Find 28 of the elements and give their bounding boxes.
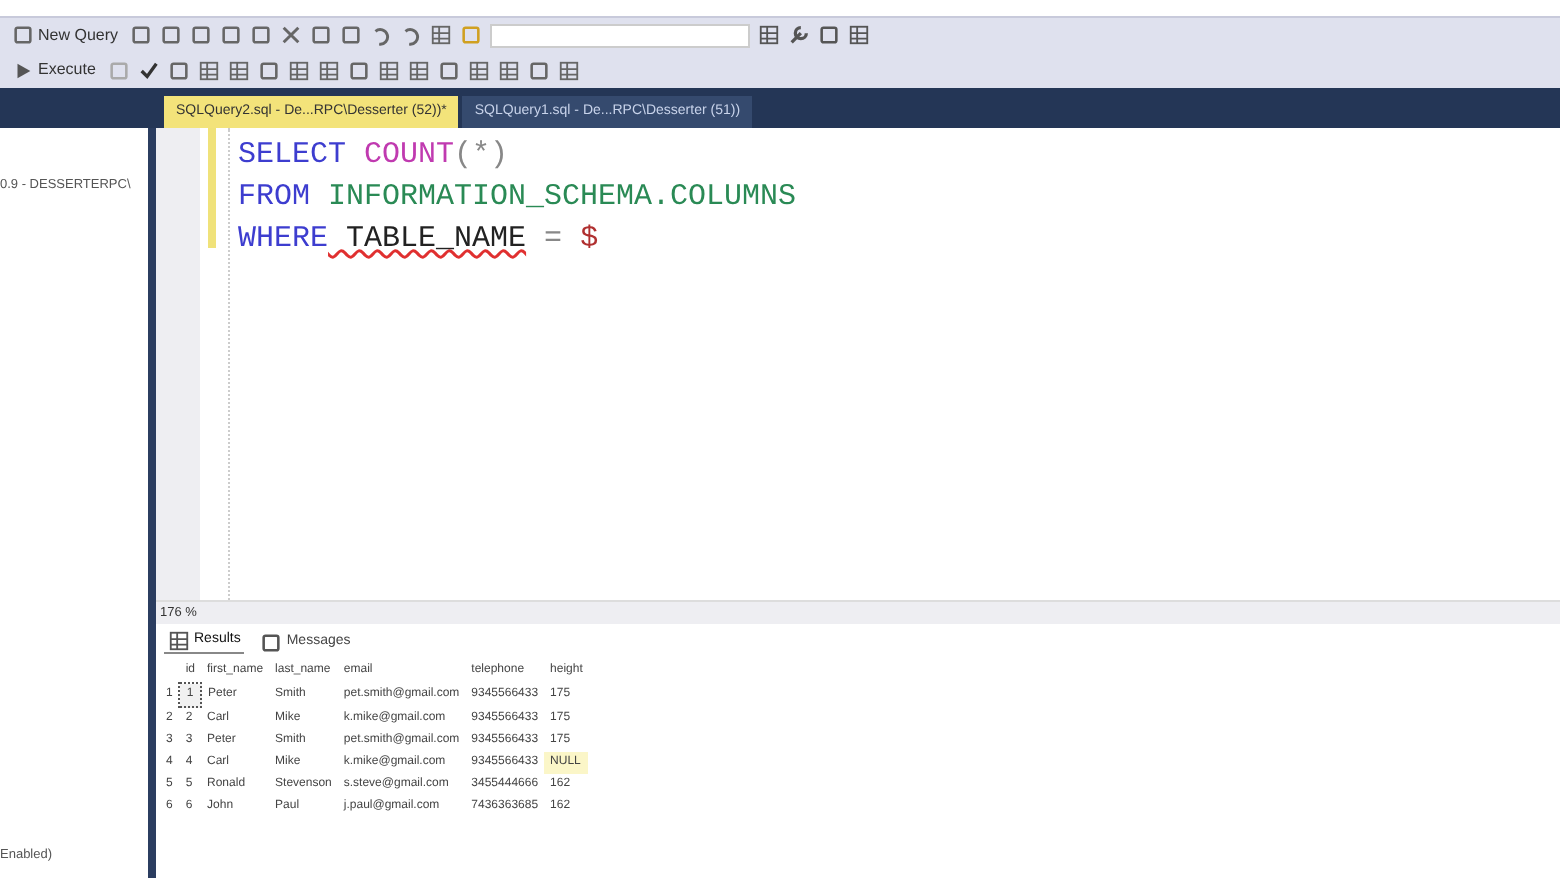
- toolbar-icon[interactable]: [467, 59, 490, 81]
- toolbar-icon[interactable]: [377, 59, 400, 81]
- grid-icon[interactable]: [430, 24, 453, 46]
- wrench-icon[interactable]: [788, 24, 811, 46]
- toolbar-icon[interactable]: [317, 59, 340, 81]
- toolbar-icon[interactable]: [437, 59, 460, 81]
- toolbar-icon[interactable]: [287, 59, 310, 81]
- change-bar: [208, 128, 216, 248]
- toolbar-icon[interactable]: [227, 59, 250, 81]
- check-icon[interactable]: [137, 59, 160, 81]
- undo-icon[interactable]: [400, 24, 423, 46]
- play-icon[interactable]: [12, 59, 34, 81]
- grid-icon[interactable]: [168, 630, 190, 652]
- cut-icon[interactable]: [280, 24, 303, 46]
- execute-button[interactable]: Execute: [8, 58, 100, 82]
- toolbar-icon[interactable]: [557, 59, 580, 81]
- toolbar-icon[interactable]: [407, 59, 430, 81]
- toolbar-icon[interactable]: [197, 59, 220, 81]
- toolbar-icon[interactable]: [497, 59, 520, 81]
- toolbar-icon[interactable]: [527, 59, 550, 81]
- code-line: WHERE TABLE_NAME = $: [238, 220, 601, 260]
- code-line: FROM INFORMATION_SCHEMA.COLUMNS: [238, 178, 797, 218]
- toolbar-icon[interactable]: [347, 59, 370, 81]
- undo-icon[interactable]: [370, 24, 393, 46]
- new-query-button[interactable]: New Query: [8, 23, 123, 47]
- code-line: SELECT COUNT(*): [238, 136, 511, 176]
- toolbar-icon[interactable]: [257, 59, 280, 81]
- toolbar-icon[interactable]: [167, 59, 190, 81]
